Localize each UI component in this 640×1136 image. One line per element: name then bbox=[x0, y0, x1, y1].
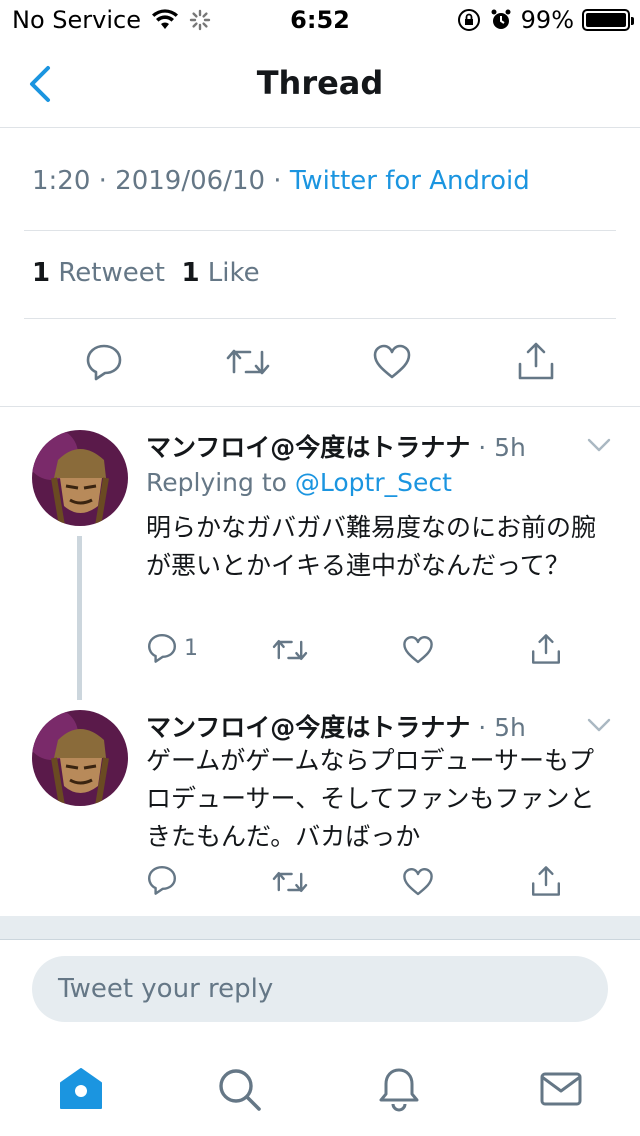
like-heart-icon[interactable] bbox=[372, 342, 412, 382]
tweet-header: マンフロイ@今度はトラナナ · 5h bbox=[146, 708, 526, 744]
battery-percent: 99% bbox=[520, 6, 574, 34]
tweet-time: · 5h bbox=[470, 713, 526, 742]
share-icon[interactable] bbox=[516, 340, 556, 382]
retweet-icon[interactable] bbox=[226, 342, 270, 382]
like-heart-icon[interactable] bbox=[402, 634, 434, 666]
tweet-stats: 1 Retweet 1 Like bbox=[32, 258, 260, 288]
likes-stat[interactable]: 1 Like bbox=[181, 258, 259, 288]
home-icon[interactable] bbox=[58, 1066, 104, 1112]
divider bbox=[0, 406, 640, 407]
battery-icon bbox=[582, 9, 634, 31]
like-heart-icon[interactable] bbox=[402, 866, 434, 898]
retweets-label: Retweet bbox=[58, 258, 165, 288]
tweet-source-link[interactable]: Twitter for Android bbox=[290, 166, 530, 196]
avatar[interactable] bbox=[32, 430, 128, 526]
search-icon[interactable] bbox=[216, 1066, 262, 1112]
share-icon[interactable] bbox=[530, 632, 562, 666]
page-title: Thread bbox=[256, 64, 384, 102]
replying-to: Replying to @Loptr_Sect bbox=[146, 468, 452, 497]
divider bbox=[24, 318, 616, 319]
tweet-text: 明らかなガバガバ難易度なのにお前の腕が悪いとかイキる連中がなんだって？ bbox=[146, 513, 597, 580]
tweet-header: マンフロイ@今度はトラナナ · 5h bbox=[146, 428, 526, 464]
chevron-down-icon[interactable] bbox=[586, 436, 612, 454]
retweet-icon[interactable] bbox=[272, 634, 308, 666]
author-name[interactable]: マンフロイ@今度はトラナナ bbox=[146, 713, 470, 742]
battery-fill bbox=[586, 13, 626, 27]
reply-input-placeholder: Tweet your reply bbox=[58, 974, 274, 1004]
author-name[interactable]: マンフロイ@今度はトラナナ bbox=[146, 433, 470, 462]
reply-input[interactable]: Tweet your reply bbox=[32, 956, 608, 1022]
tab-bar bbox=[0, 1046, 640, 1136]
chevron-down-icon[interactable] bbox=[586, 716, 612, 734]
reply-count: 1 bbox=[184, 635, 198, 661]
alarm-icon bbox=[491, 9, 511, 29]
retweets-count: 1 bbox=[32, 258, 51, 288]
orientation-lock-icon bbox=[457, 9, 480, 31]
reply-button[interactable]: 1 bbox=[146, 632, 198, 664]
replying-to-handle[interactable]: @Loptr_Sect bbox=[295, 468, 452, 497]
likes-count: 1 bbox=[181, 258, 200, 288]
avatar[interactable] bbox=[32, 710, 128, 806]
status-bar: No Service 6:52 99% bbox=[0, 0, 640, 40]
tweet-time: · 5h bbox=[470, 433, 526, 462]
reply-icon bbox=[148, 634, 176, 663]
tweet-text: ゲームがゲームならプロデューサーもプロデューサー、そしてファンもファンときたもん… bbox=[146, 746, 595, 851]
retweets-stat[interactable]: 1 Retweet bbox=[32, 258, 165, 288]
reply-icon[interactable] bbox=[84, 342, 124, 382]
section-separator bbox=[0, 916, 640, 940]
avatar-image bbox=[32, 710, 128, 806]
reply-icon[interactable] bbox=[146, 864, 178, 896]
divider bbox=[24, 230, 616, 231]
retweet-icon[interactable] bbox=[272, 866, 308, 898]
thread-connector-line bbox=[77, 536, 82, 700]
avatar-image bbox=[32, 430, 128, 526]
navigation-bar: Thread bbox=[0, 40, 640, 128]
likes-label: Like bbox=[207, 258, 260, 288]
notifications-icon[interactable] bbox=[376, 1066, 422, 1112]
messages-icon[interactable] bbox=[538, 1066, 584, 1112]
tweet-metadata: 1:20 · 2019/06/10 · Twitter for Android bbox=[32, 166, 530, 196]
share-icon[interactable] bbox=[530, 864, 562, 898]
replying-to-label: Replying to bbox=[146, 468, 295, 497]
tweet-timestamp: 1:20 · 2019/06/10 · bbox=[32, 166, 290, 196]
